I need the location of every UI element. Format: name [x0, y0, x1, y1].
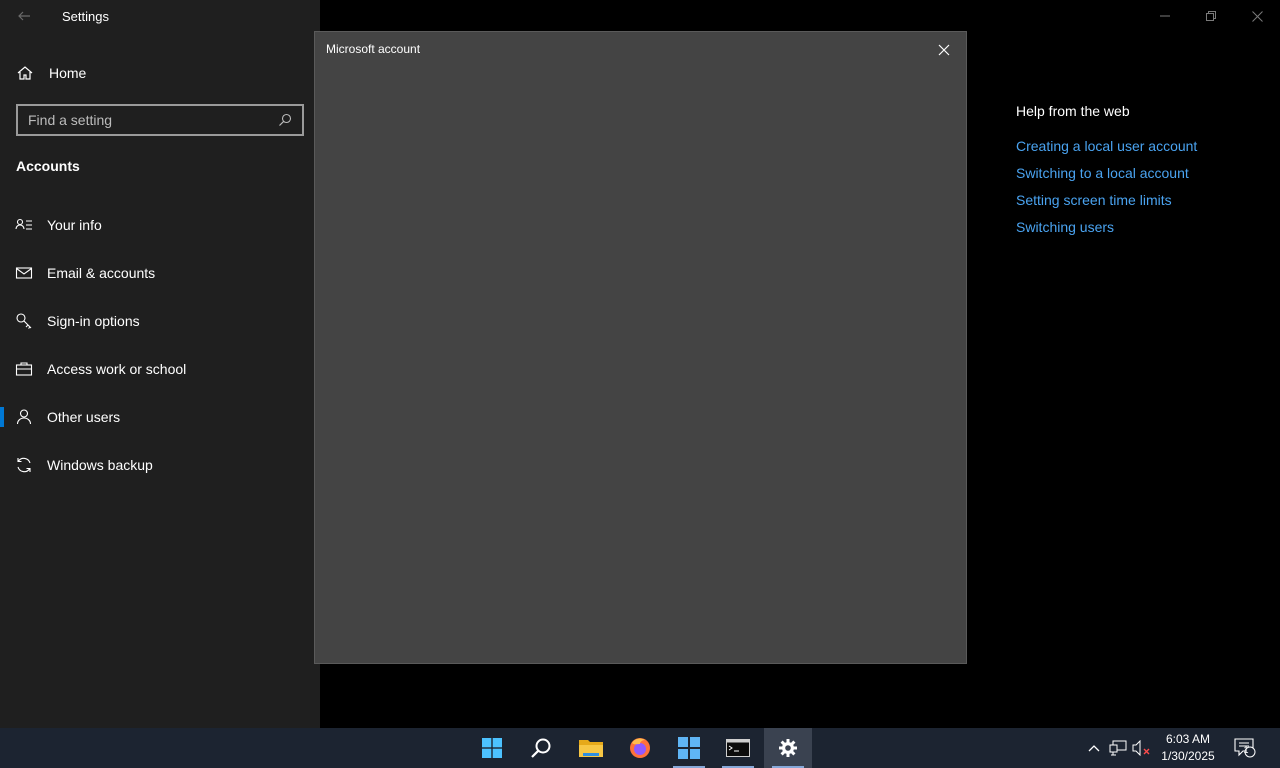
taskbar-terminal[interactable]: [714, 728, 762, 768]
section-title: Accounts: [16, 158, 80, 174]
clock-date: 1/30/2025: [1161, 749, 1215, 763]
sidebar-item-email-accounts[interactable]: Email & accounts: [0, 255, 320, 291]
help-link-switch-local-account[interactable]: Switching to a local account: [1016, 165, 1189, 181]
restore-button[interactable]: [1188, 0, 1234, 32]
back-button[interactable]: [12, 4, 36, 28]
taskbar-store[interactable]: [665, 728, 713, 768]
sidebar-item-other-users[interactable]: Other users: [0, 399, 320, 435]
search-icon: [531, 738, 551, 758]
dialog-close-button[interactable]: [932, 38, 956, 62]
terminal-icon: [726, 739, 750, 757]
sidebar-item-label: Other users: [47, 409, 121, 425]
settings-icon: [779, 739, 797, 757]
sidebar-item-access-work-school[interactable]: Access work or school: [0, 351, 320, 387]
back-arrow-icon: [18, 11, 30, 21]
close-icon: [1251, 10, 1263, 22]
sidebar-item-label: Your info: [47, 217, 102, 233]
home-label: Home: [49, 65, 87, 81]
sync-icon: [15, 456, 33, 474]
home-icon: [17, 66, 33, 80]
sidebar-item-sign-in-options[interactable]: Sign-in options: [0, 303, 320, 339]
restore-icon: [1206, 11, 1216, 21]
network-status-button[interactable]: [1106, 728, 1130, 768]
taskbar-file-explorer[interactable]: [567, 728, 615, 768]
sidebar-item-windows-backup[interactable]: Windows backup: [0, 447, 320, 483]
search-setting-input[interactable]: Find a setting: [16, 104, 304, 136]
search-icon[interactable]: [274, 109, 296, 131]
firefox-icon: [630, 738, 650, 758]
sidebar-item-label: Windows backup: [47, 457, 153, 473]
taskbar: 6:03 AM 1/30/2025 1: [0, 728, 1280, 768]
home-nav-item[interactable]: Home: [16, 62, 86, 84]
sidebar-item-your-info[interactable]: Your info: [0, 207, 320, 243]
key-icon: [15, 312, 33, 330]
taskbar-settings[interactable]: [764, 728, 812, 768]
person-icon: [15, 408, 33, 426]
dialog-title: Microsoft account: [326, 42, 421, 56]
search-placeholder: Find a setting: [28, 112, 113, 128]
sidebar-item-label: Sign-in options: [47, 313, 140, 329]
volume-button[interactable]: [1130, 728, 1154, 768]
microsoft-account-dialog: Microsoft account: [314, 31, 967, 664]
briefcase-icon: [15, 360, 33, 378]
close-window-button[interactable]: [1234, 0, 1280, 32]
windows-store-icon: [678, 737, 700, 759]
minimize-button[interactable]: [1142, 0, 1188, 32]
help-link-switching-users[interactable]: Switching users: [1016, 219, 1114, 235]
selected-indicator: [0, 407, 4, 427]
help-link-create-local-user[interactable]: Creating a local user account: [1016, 138, 1197, 154]
volume-muted-icon: [1132, 740, 1150, 756]
close-icon: [938, 44, 950, 56]
help-link-screen-time-limits[interactable]: Setting screen time limits: [1016, 192, 1172, 208]
show-hidden-icons-button[interactable]: [1084, 728, 1104, 768]
start-icon: [482, 738, 502, 758]
sidebar-item-label: Access work or school: [47, 361, 187, 377]
notification-count: 1: [1243, 745, 1249, 755]
your-info-icon: [15, 216, 33, 234]
mail-icon: [15, 264, 33, 282]
network-icon: [1109, 740, 1127, 756]
help-from-web-heading: Help from the web: [1016, 103, 1130, 119]
sidebar-item-label: Email & accounts: [47, 265, 156, 281]
start-button[interactable]: [468, 728, 516, 768]
notification-center-button[interactable]: 1: [1230, 728, 1260, 768]
clock-time: 6:03 AM: [1165, 732, 1211, 746]
taskbar-firefox[interactable]: [616, 728, 664, 768]
app-title: Settings: [62, 9, 109, 24]
minimize-icon: [1160, 15, 1170, 17]
taskbar-search-button[interactable]: [517, 728, 565, 768]
taskbar-clock[interactable]: 6:03 AM 1/30/2025: [1152, 731, 1224, 765]
file-explorer-icon: [579, 740, 603, 757]
chevron-up-icon: [1088, 745, 1100, 752]
settings-sidebar: Settings Home Find a setting Accounts Yo…: [0, 0, 320, 728]
